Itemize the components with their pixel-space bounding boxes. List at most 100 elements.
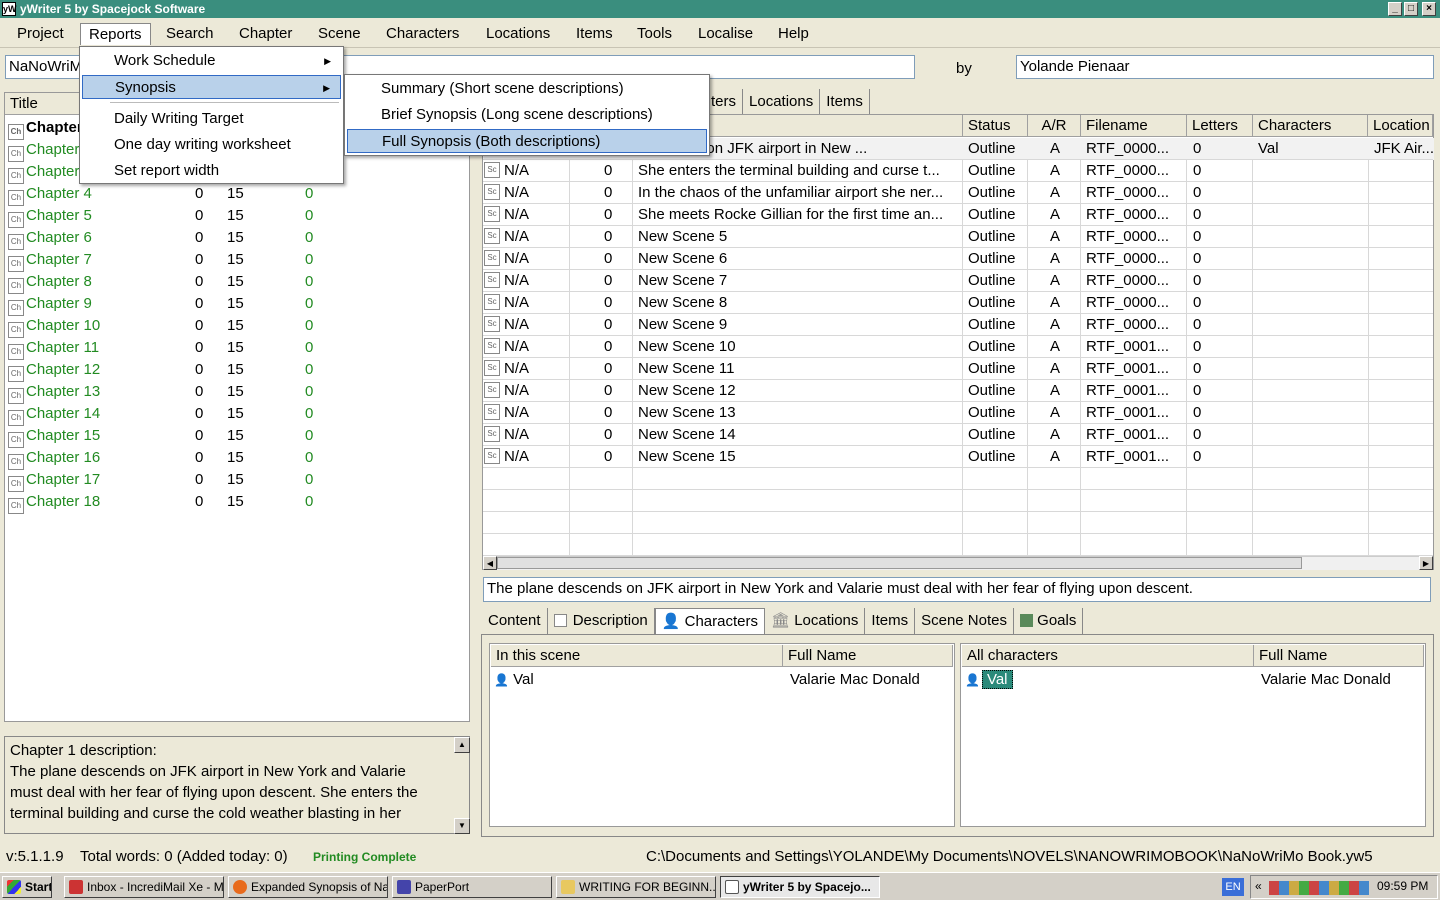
table-row[interactable]: Sc N/A 0 New Scene 13 Outline A RTF_0001... 0 [484, 402, 1434, 424]
menu-characters[interactable]: Characters [378, 23, 467, 45]
start-button[interactable]: Start [2, 876, 52, 898]
list-item[interactable]: 👤 Val [965, 669, 1013, 691]
menu-locations[interactable]: Locations [478, 23, 558, 45]
menu-item-full-synopsis[interactable]: Full Synopsis (Both descriptions) [347, 129, 707, 153]
scroll-down-button[interactable]: ▼ [454, 818, 470, 834]
table-cell: RTF_0000... [1086, 250, 1170, 267]
menu-item-synopsis[interactable]: Synopsis ▶ [82, 75, 341, 99]
chapter-row[interactable]: Ch Chapter 15 [8, 425, 100, 448]
chapter-row[interactable]: Ch Chapter 9 [8, 293, 92, 316]
scene-header-status[interactable]: Status [963, 115, 1028, 137]
table-row[interactable]: Sc N/A 0 New Scene 15 Outline A RTF_0001... 0 [484, 446, 1434, 468]
maximize-button[interactable]: □ [1404, 2, 1418, 16]
taskbar-paperport[interactable]: PaperPort [392, 876, 552, 898]
menu-item-daily-target[interactable]: Daily Writing Target [82, 107, 341, 131]
tray-icons[interactable] [1269, 881, 1369, 895]
scroll-left-button[interactable]: ◀ [483, 556, 497, 570]
scroll-up-button[interactable]: ▲ [454, 737, 470, 753]
tab-scene-notes[interactable]: Scene Notes [915, 608, 1014, 634]
menu-scene[interactable]: Scene [310, 23, 369, 45]
taskbar-firefox[interactable]: Expanded Synopsis of Na... [228, 876, 388, 898]
list-item[interactable]: 👤 Val [494, 669, 534, 691]
menu-tools[interactable]: Tools [629, 23, 680, 45]
clock[interactable]: 09:59 PM [1377, 879, 1428, 893]
chapter-row[interactable]: Ch Chapter 7 [8, 249, 92, 272]
author-field[interactable]: Yolande Pienaar [1016, 55, 1434, 79]
menu-localise[interactable]: Localise [690, 23, 761, 45]
menu-chapter[interactable]: Chapter [231, 23, 300, 45]
menu-search[interactable]: Search [158, 23, 222, 45]
scene-summary-field[interactable]: The plane descends on JFK airport in New… [483, 577, 1431, 602]
table-row[interactable]: Sc N/A 0 New Scene 8 Outline A RTF_0000... 0 [484, 292, 1434, 314]
table-row[interactable]: Sc N/A 0 New Scene 10 Outline A RTF_0001... 0 [484, 336, 1434, 358]
chapter-row[interactable]: Ch Chapter 11 [8, 337, 99, 360]
chapter-row[interactable]: Ch Chapter 17 [8, 469, 100, 492]
menu-item-worksheet[interactable]: One day writing worksheet [82, 133, 341, 157]
all-characters-header[interactable]: All characters [962, 645, 1254, 667]
scene-header-ar[interactable]: A/R [1028, 115, 1081, 137]
scene-header-location[interactable]: Location [1368, 115, 1433, 137]
tab-items-scene[interactable]: Items [865, 608, 916, 634]
minimize-button[interactable]: _ [1388, 2, 1402, 16]
chapter-row[interactable]: Ch Chapter 12 [8, 359, 100, 382]
table-cell: 0 [604, 316, 613, 333]
scene-header-filename[interactable]: Filename [1081, 115, 1187, 137]
table-cell: 0 [1193, 294, 1202, 311]
tab-items[interactable]: Items [820, 89, 870, 115]
menu-item-brief-synopsis[interactable]: Brief Synopsis (Long scene descriptions) [347, 103, 707, 127]
tab-description[interactable]: Description [548, 608, 655, 634]
chapter-title: Chapter 6 [26, 229, 92, 246]
table-row[interactable]: Sc N/A 0 New Scene 6 Outline A RTF_0000... 0 [484, 248, 1434, 270]
menu-items[interactable]: Items [568, 23, 621, 45]
chapter-row[interactable]: Ch Chapter 10 [8, 315, 100, 338]
chapter-row[interactable]: Ch Chapter 5 [8, 205, 92, 228]
chapter-row[interactable]: Ch Chapter 4 [8, 183, 92, 206]
tab-locations-scene[interactable]: 🏛 Locations [765, 608, 866, 634]
scene-header-characters[interactable]: Characters [1253, 115, 1368, 137]
chapter-description[interactable]: Chapter 1 description: The plane descend… [4, 736, 470, 834]
in-scene-header[interactable]: In this scene [491, 645, 783, 667]
tab-characters-scene[interactable]: 👤 Characters [654, 608, 765, 634]
tab-locations[interactable]: Locations [743, 89, 821, 115]
scene-header-letters[interactable]: Letters [1187, 115, 1253, 137]
menu-item-report-width[interactable]: Set report width [82, 159, 341, 183]
language-indicator[interactable]: EN [1222, 878, 1244, 896]
chapter-row[interactable]: Ch Chapter 16 [8, 447, 100, 470]
scroll-right-button[interactable]: ▶ [1419, 556, 1433, 570]
menu-help[interactable]: Help [770, 23, 817, 45]
menu-item-summary[interactable]: Summary (Short scene descriptions) [347, 77, 707, 101]
chapter-row[interactable]: Ch Chapter 18 [8, 491, 100, 514]
table-row[interactable]: Sc N/A 0 New Scene 14 Outline A RTF_0001... 0 [484, 424, 1434, 446]
table-row[interactable]: Sc N/A 0 New Scene 11 Outline A RTF_0001... 0 [484, 358, 1434, 380]
chapter-row[interactable]: Ch Chapter 13 [8, 381, 100, 404]
scrollbar-thumb[interactable] [497, 557, 1302, 569]
table-row[interactable]: Sc N/A 0 New Scene 9 Outline A RTF_0000... 0 [484, 314, 1434, 336]
chapter-row[interactable]: Ch Chapter 8 [8, 271, 92, 294]
close-button[interactable]: × [1422, 2, 1436, 16]
table-cell: She enters the terminal building and cur… [638, 162, 940, 179]
tab-characters[interactable]: ters [705, 89, 744, 115]
tab-content[interactable]: Content [482, 608, 548, 634]
taskbar-ywriter[interactable]: yWriter 5 by Spacejo... [720, 876, 880, 898]
all-characters-fullname-header[interactable]: Full Name [1254, 645, 1424, 667]
table-row[interactable]: Sc N/A 0 She meets Rocke Gillian for the fi… [484, 204, 1434, 226]
chapter-row[interactable]: Ch Chapter 14 [8, 403, 100, 426]
taskbar-incredimail[interactable]: Inbox - IncrediMail Xe - M... [64, 876, 224, 898]
scene-icon: Sc [484, 228, 500, 244]
table-row[interactable]: Sc N/A 0 She enters the terminal building a… [484, 160, 1434, 182]
taskbar-folder[interactable]: WRITING FOR BEGINN... [556, 876, 716, 898]
tab-goals[interactable]: Goals [1014, 608, 1084, 634]
menu-reports[interactable]: Reports [80, 23, 151, 45]
table-row[interactable]: Sc N/A 0 New Scene 5 Outline A RTF_0000... 0 [484, 226, 1434, 248]
menu-project[interactable]: Project [9, 23, 72, 45]
tray-expand-icon[interactable]: « [1255, 879, 1262, 893]
chapter-stat: 15 [227, 251, 244, 268]
menu-item-work-schedule[interactable]: Work Schedule ▶ [82, 49, 341, 73]
chapter-icon: Ch [8, 146, 24, 162]
chapter-row[interactable]: Ch Chapter 6 [8, 227, 92, 250]
table-row[interactable]: Sc N/A 0 In the chaos of the unfamiliar air… [484, 182, 1434, 204]
in-scene-fullname-header[interactable]: Full Name [783, 645, 953, 667]
table-row[interactable]: Sc N/A 0 New Scene 7 Outline A RTF_0000... 0 [484, 270, 1434, 292]
submenu-arrow-icon: ▶ [323, 83, 330, 93]
table-row[interactable]: Sc N/A 0 New Scene 12 Outline A RTF_0001... 0 [484, 380, 1434, 402]
